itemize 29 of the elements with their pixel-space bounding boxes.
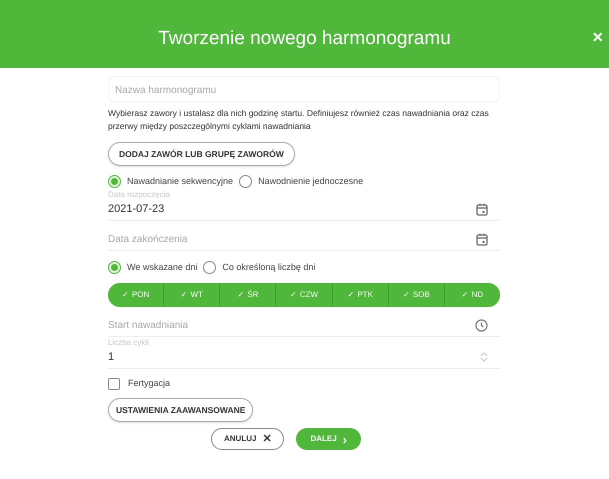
calendar-icon[interactable] [476,233,488,246]
radio-option[interactable]: Co określoną liczbę dni [203,260,316,274]
next-button[interactable]: DALEJ › [296,428,362,450]
field-placeholder: Nazwa harmonogramu [115,84,216,98]
radio-button[interactable] [203,260,216,274]
radio-button[interactable] [108,260,121,274]
fertigation-checkbox[interactable]: Fertygacja [108,377,500,391]
description-text: Wybierasz zawory i ustalasz dla nich godzinę startu. Definiujesz również czas nawadniania oraz czas przerwy między poszczególnymi cyklami nawadniania [108,107,490,133]
field-placeholder: Data zakończenia [108,233,188,248]
name-field[interactable]: Nazwa harmonogramu [108,76,500,102]
advanced-settings-button[interactable]: USTAWIENIA ZAAWANSOWANE [108,398,254,422]
field-placeholder: Start nawadniania [108,319,188,334]
clock-icon[interactable] [475,319,488,332]
dialog-title: Tworzenie nowego harmonogramu [158,26,451,51]
day-toggle[interactable]: ✓ ND [444,283,500,308]
radio-button[interactable] [239,174,252,188]
close-button[interactable]: × [592,28,603,46]
radio-option[interactable]: Nawodnienie jednoczesne [239,174,364,188]
field-value: 1 [108,350,114,365]
field-value: 2021-07-23 [108,202,164,217]
start-time-field[interactable]: Start nawadniania [108,311,500,338]
calendar-icon[interactable] [476,203,488,216]
date-field[interactable]: Data zakończenia [108,225,500,252]
checkbox[interactable] [108,378,120,390]
radio-option[interactable]: We wskazane dni [108,260,198,274]
radio-button[interactable] [108,174,121,188]
cancel-button[interactable]: ANULUJ ✕ [210,428,284,450]
add-valve-button[interactable]: DODAJ ZAWÓR LUB GRUPĘ ZAWORÓW [108,142,295,166]
radio-option[interactable]: Nawadnianie sekwencyjne [108,174,234,188]
